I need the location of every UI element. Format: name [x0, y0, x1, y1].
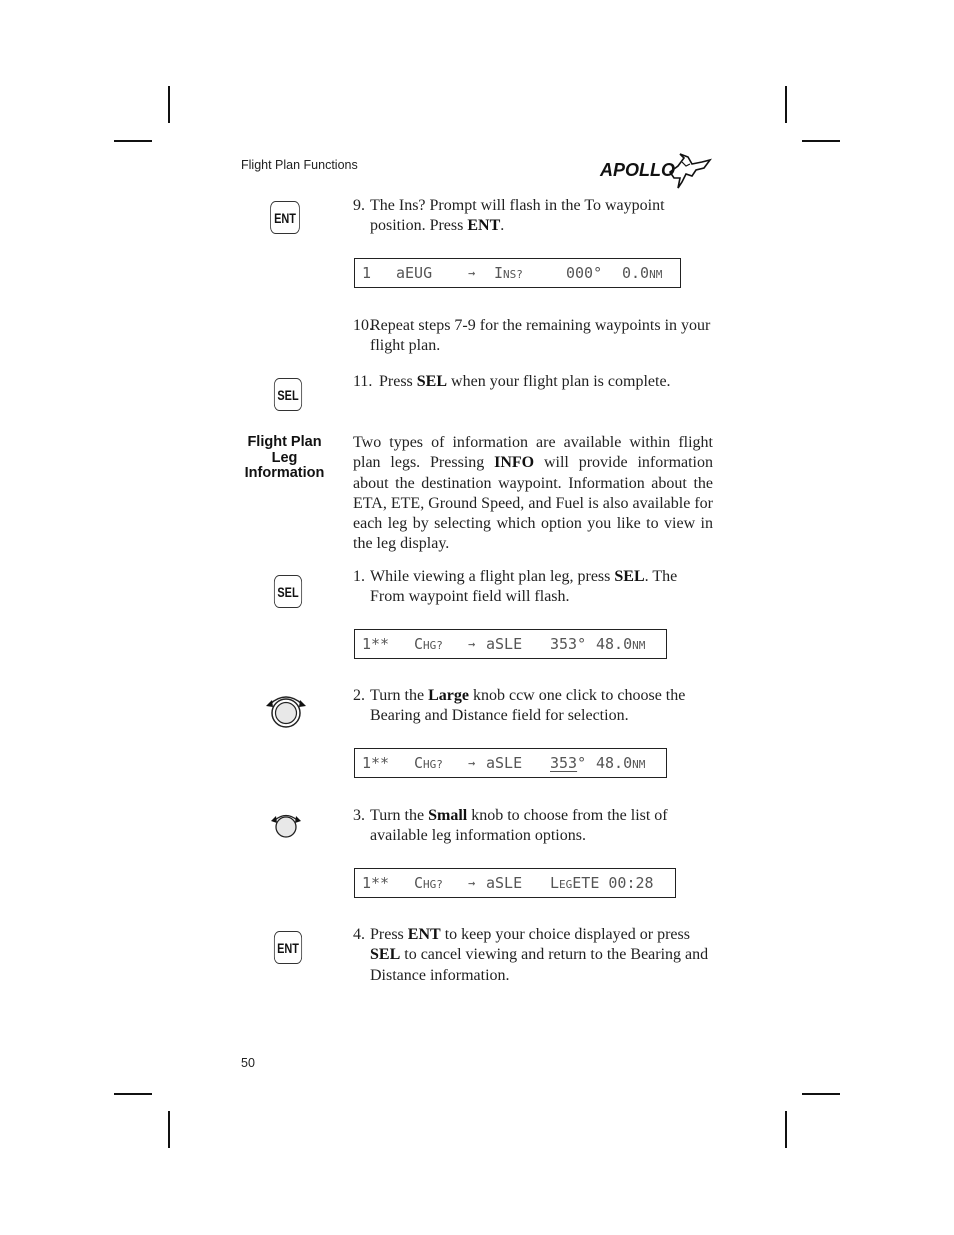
- crop-mark: [802, 140, 840, 142]
- large-knob-icon: [266, 696, 306, 728]
- lcd-display-insert: 1 aEUG → INS? 000° 0.0NM: [354, 258, 681, 288]
- logo-text: APOLLO: [600, 160, 675, 180]
- ent-key-icon: ENT: [273, 931, 303, 964]
- small-knob-icon: [271, 814, 301, 838]
- step-3: 3. Turn the Small knob to choose from th…: [353, 807, 668, 845]
- step-9: 9. The Ins? Prompt will flash in the To …: [353, 197, 665, 235]
- step-4: 4. Press ENT to keep your choice display…: [353, 926, 709, 984]
- sel-key-icon: SEL: [273, 575, 303, 608]
- leg-info-field: LEGETE 00:28: [550, 874, 654, 892]
- crop-mark: [785, 1111, 787, 1148]
- sel-key-icon: SEL: [273, 378, 303, 411]
- crop-mark: [785, 86, 787, 123]
- page-number: 50: [241, 1056, 255, 1070]
- lcd-display-from-flash: 1** CHG? → aSLE 353° 48.0NM: [354, 629, 667, 659]
- step-11: 11. Press SEL when your flight plan is c…: [353, 373, 671, 390]
- crop-mark: [114, 140, 152, 142]
- lcd-display-leg-ete: 1** CHG? → aSLE LEGETE 00:28: [354, 868, 676, 898]
- section-heading: Flight Plan Leg Information: [244, 434, 325, 481]
- section-paragraph: Two types of information are available w…: [353, 434, 714, 553]
- step-2: 2. Turn the Large knob ccw one click to …: [353, 687, 686, 725]
- section-title: Flight Plan Functions: [241, 158, 358, 172]
- ent-key-icon: ENT: [270, 201, 300, 234]
- apollo-logo: APOLLO: [598, 152, 714, 190]
- lcd-display-bearing: 1** CHG? → aSLE 353° 48.0NM: [354, 748, 667, 778]
- crop-mark: [802, 1093, 840, 1095]
- crop-mark: [168, 1111, 170, 1148]
- step-10: 10. Repeat steps 7-9 for the remaining w…: [353, 317, 711, 355]
- step-1: 1. While viewing a flight plan leg, pres…: [353, 568, 678, 606]
- crop-mark: [168, 86, 170, 123]
- pegasus-icon: [668, 153, 712, 189]
- crop-mark: [114, 1093, 152, 1095]
- insert-prompt: INS?: [494, 264, 523, 282]
